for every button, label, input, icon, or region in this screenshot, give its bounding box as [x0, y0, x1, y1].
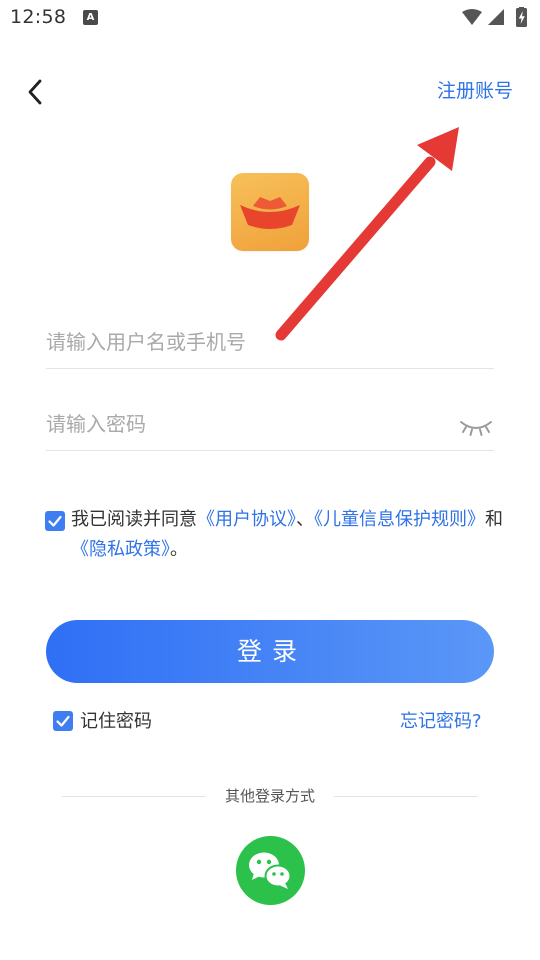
- boat-logo-icon: [240, 197, 300, 229]
- annotation-arrow: [275, 127, 459, 341]
- login-button[interactable]: 登录: [46, 620, 494, 683]
- privacy-policy-link[interactable]: 《隐私政策》: [71, 539, 170, 560]
- wechat-login-button[interactable]: [236, 836, 305, 905]
- username-field-container: [46, 316, 494, 369]
- forgot-password-link[interactable]: 忘记密码?: [400, 707, 482, 733]
- password-input[interactable]: [46, 406, 446, 442]
- login-page: 12:58 A 注册账号 请输入用户名或手机号 我已阅读并同意《用户协议》、《儿…: [0, 0, 540, 960]
- other-login-label: 其他登录方式: [224, 787, 315, 805]
- battery-charging-icon: [516, 6, 527, 27]
- register-account-link[interactable]: 注册账号: [437, 76, 513, 103]
- agreement-checkbox[interactable]: [45, 511, 65, 531]
- password-visibility-toggle[interactable]: [458, 414, 494, 438]
- remember-password-label[interactable]: 记住密码: [80, 707, 152, 733]
- divider-right: [334, 796, 478, 797]
- password-field-container: [46, 398, 494, 451]
- wifi-icon: [462, 9, 482, 25]
- agreement-separator: 、: [296, 509, 314, 530]
- children-info-rules-link[interactable]: 《儿童信息保护规则》: [314, 509, 485, 530]
- agreement-text: 我已阅读并同意《用户协议》、《儿童信息保护规则》和《隐私政策》。: [71, 505, 521, 565]
- checkmark-icon: [56, 715, 70, 727]
- chevron-left-icon: [28, 79, 42, 105]
- status-bar: 12:58 A: [0, 0, 540, 36]
- username-input[interactable]: [46, 324, 446, 360]
- eye-closed-icon: [460, 421, 492, 436]
- signal-icon: [488, 9, 504, 25]
- a-badge-icon: A: [83, 10, 98, 25]
- agreement-prefix: 我已阅读并同意: [71, 509, 197, 530]
- wechat-icon: [249, 852, 292, 889]
- agreement-and: 和: [485, 509, 503, 530]
- checkmark-icon: [48, 515, 62, 527]
- remember-password-checkbox[interactable]: [53, 711, 73, 731]
- status-time: 12:58: [10, 6, 67, 28]
- app-logo: [231, 173, 309, 251]
- back-button[interactable]: [20, 76, 52, 108]
- agreement-suffix: 。: [170, 539, 188, 560]
- divider-left: [62, 796, 206, 797]
- user-agreement-link[interactable]: 《用户协议》: [197, 509, 296, 530]
- status-icons: [460, 6, 532, 29]
